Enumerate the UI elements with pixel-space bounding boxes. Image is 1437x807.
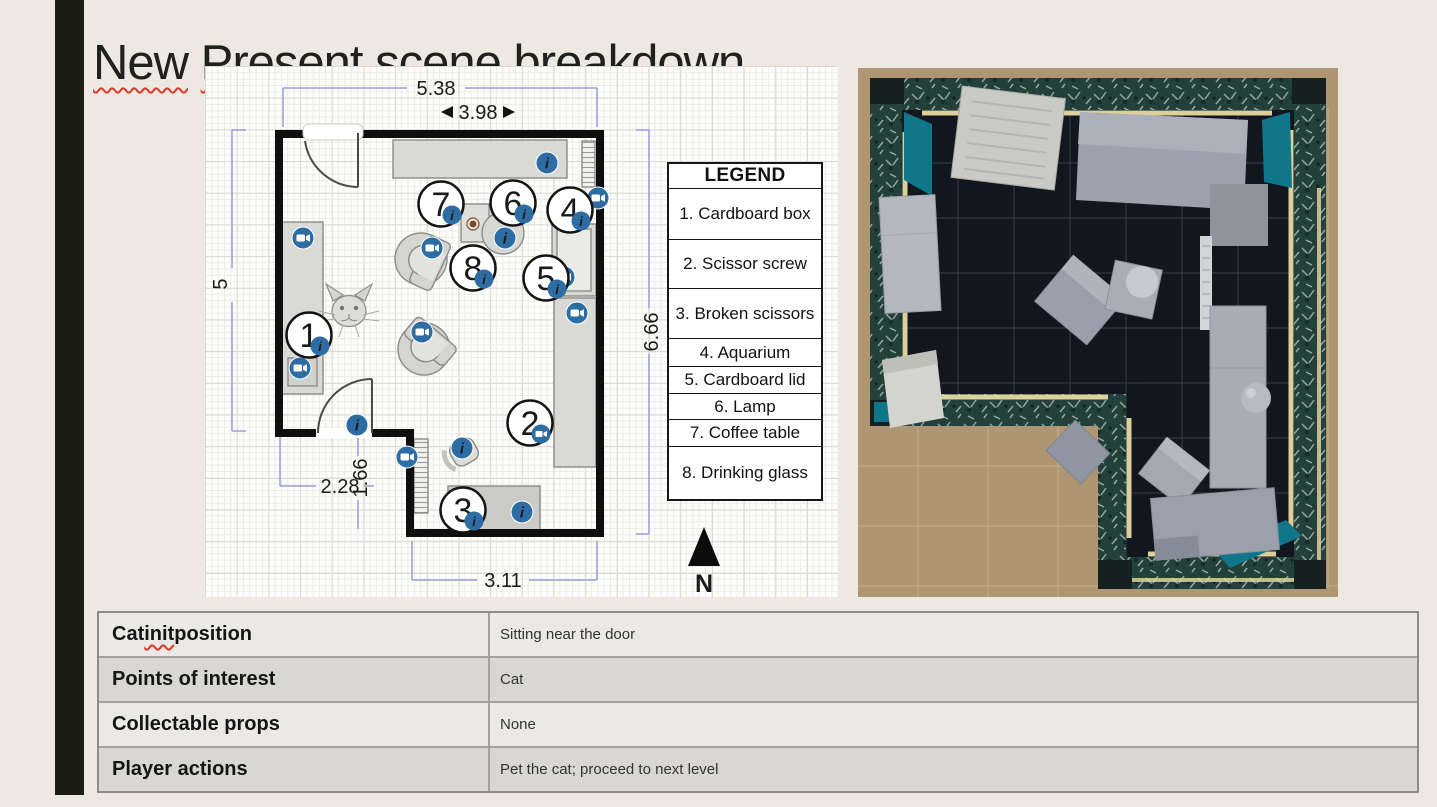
table-row: Cat init position Sitting near the door [99,613,1417,656]
legend-item-6: 6. Lamp [669,393,821,419]
row-label-points-of-interest: Points of interest [99,658,490,701]
dimension-label-right-height: 6.66 [641,313,663,352]
legend-item-4: 4. Aquarium [669,338,821,366]
legend-item-2: 2. Scissor screw [669,239,821,288]
row-value-points-of-interest: Cat [490,658,1417,701]
info-icon [346,414,368,436]
svg-text:N: N [695,570,713,597]
legend-item-5: 5. Cardboard lid [669,366,821,393]
dimension-label-inner-width: 3.98 [441,102,515,124]
row-label-collectable-props: Collectable props [99,703,490,746]
plan-marker-3: 3 [441,488,486,533]
plan-marker-4: 4 [548,188,593,233]
table-row: Player actions Pet the cat; proceed to n… [99,746,1417,791]
scene-info-table: Cat init position Sitting near the door … [97,611,1419,793]
table-row: Collectable props None [99,701,1417,746]
legend-title: LEGEND [669,164,821,188]
info-icon [451,437,473,459]
plan-marker-1: 1 [287,313,332,358]
north-arrow: N [688,527,720,597]
row-value-cat-init-position: Sitting near the door [490,613,1417,656]
plan-marker-8: 8 [451,246,496,291]
title-word-1: New [93,36,188,90]
legend-item-7: 7. Coffee table [669,419,821,446]
dimension-label-left-height: 5 [210,278,232,289]
camera-icon [292,227,314,249]
dimension-label-total-width: 5.38 [417,78,456,100]
plan-marker-5: 5 [524,256,569,301]
slide-accent-bar [55,0,84,795]
dimension-label-bottom-width: 3.11 [484,570,521,592]
camera-icon [289,357,311,379]
radiator-top [582,141,595,187]
camera-icon [421,237,443,259]
legend-item-1: 1. Cardboard box [669,188,821,239]
armchair-top [386,224,455,293]
room-3d-render [858,68,1338,597]
render-3d-view [858,68,1338,597]
legend-box: LEGEND 1. Cardboard box 2. Scissor screw… [667,162,823,501]
legend-item-3: 3. Broken scissors [669,288,821,338]
dimension-label-notch-height: 1.66 [350,459,372,498]
camera-icon [411,321,433,343]
table-row: Points of interest Cat [99,656,1417,701]
row-label-player-actions: Player actions [99,748,490,791]
info-icon [494,227,516,249]
presentation-slide: New Present scene breakdown i [0,0,1437,807]
row-value-collectable-props: None [490,703,1417,746]
plan-marker-6: 6 [491,181,536,226]
legend-item-8: 8. Drinking glass [669,446,821,499]
svg-text:3.98: 3.98 [459,102,498,124]
door-top [303,124,363,187]
row-label-cat-init-position: Cat init position [99,613,490,656]
camera-icon [566,302,588,324]
info-icon [511,501,533,523]
camera-icon [396,446,418,468]
row-value-player-actions: Pet the cat; proceed to next level [490,748,1417,791]
info-icon [536,152,558,174]
plan-marker-2: 2 [508,401,553,446]
plan-marker-7: 7 [419,182,464,227]
